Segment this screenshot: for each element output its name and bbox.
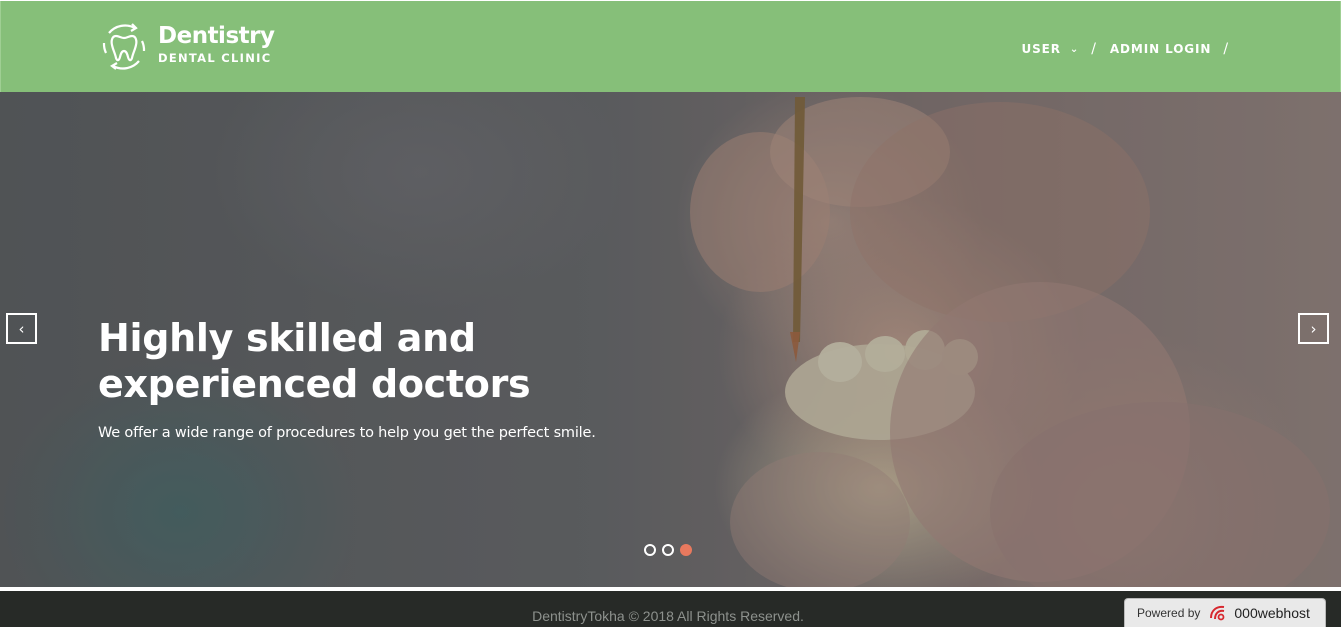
carousel-dot-2[interactable] <box>662 544 674 556</box>
carousel-prev-button[interactable]: ‹ <box>6 313 37 344</box>
powered-by-label: Powered by <box>1137 606 1201 620</box>
chevron-down-icon: ⌄ <box>1069 43 1080 55</box>
powered-by-badge[interactable]: Powered by 000webhost <box>1124 598 1326 627</box>
000webhost-logo-icon <box>1210 605 1225 621</box>
nav-separator: / <box>1091 41 1097 57</box>
brand-logo[interactable]: Dentistry DENTAL CLINIC <box>99 21 275 73</box>
carousel-next-button[interactable]: › <box>1298 313 1329 344</box>
carousel-dot-1[interactable] <box>644 544 656 556</box>
hero-subtitle: We offer a wide range of procedures to h… <box>98 425 596 441</box>
chevron-left-icon: ‹ <box>18 319 25 338</box>
hero-title-line-2: experienced doctors <box>98 362 531 406</box>
carousel-dot-3[interactable] <box>680 544 692 556</box>
carousel-indicators <box>644 544 698 556</box>
hero-title: Highly skilled and experienced doctors <box>98 315 531 407</box>
nav-item-user[interactable]: USER ⌄ <box>1021 42 1079 56</box>
nav-item-admin-login[interactable]: ADMIN LOGIN <box>1110 42 1212 56</box>
nav-separator: / <box>1223 41 1229 57</box>
hero-title-line-1: Highly skilled and <box>98 316 476 360</box>
brand-title: Dentistry <box>158 23 275 49</box>
powered-by-brand: 000webhost <box>1234 605 1310 621</box>
brand-subtitle: DENTAL CLINIC <box>158 51 272 65</box>
nav-item-user-label: USER <box>1021 42 1061 56</box>
nav-item-admin-login-label: ADMIN LOGIN <box>1109 42 1212 56</box>
hero-carousel: Highly skilled and experienced doctors W… <box>0 92 1341 587</box>
site-header: Dentistry DENTAL CLINIC USER ⌄ / ADMIN L… <box>0 1 1341 92</box>
main-nav: USER ⌄ / ADMIN LOGIN / <box>1021 41 1242 57</box>
tooth-icon <box>102 23 146 70</box>
chevron-right-icon: › <box>1310 319 1317 338</box>
